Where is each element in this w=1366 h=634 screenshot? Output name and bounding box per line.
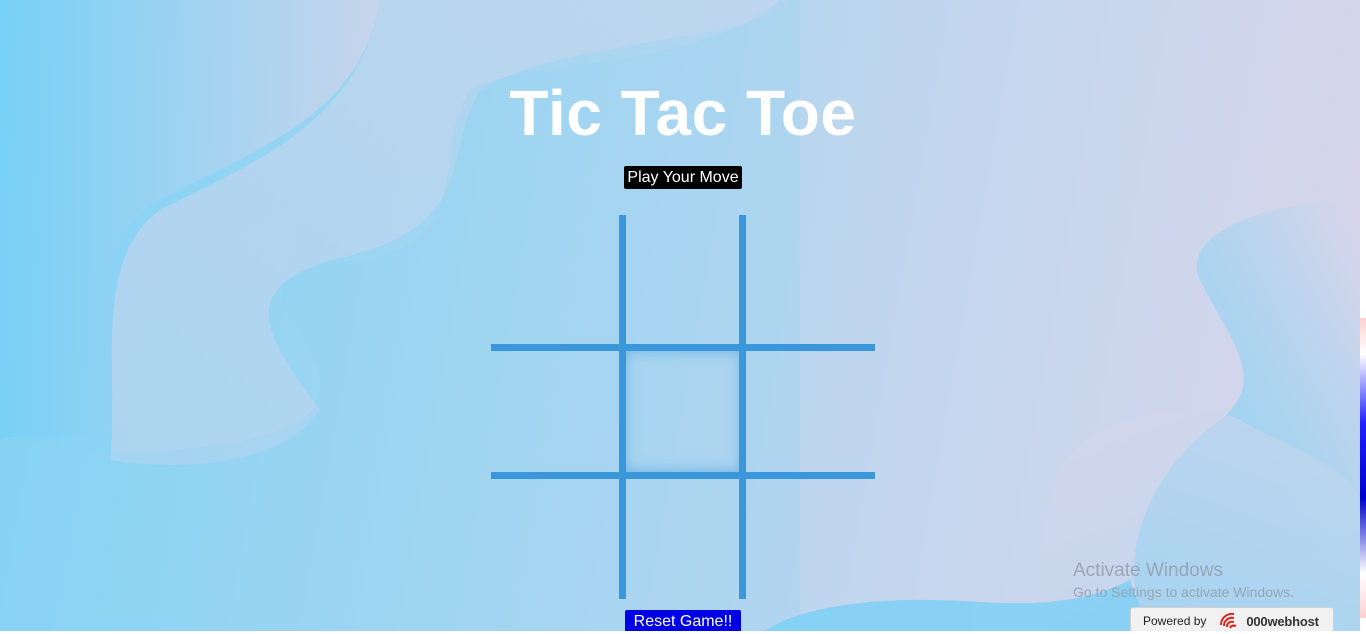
activate-windows-watermark: Activate Windows Go to Settings to activ… [1073,560,1294,602]
board-cell-6[interactable] [747,351,867,471]
watermark-title: Activate Windows [1073,560,1223,581]
board-cell-5[interactable] [623,351,743,471]
grid-line-horizontal-top [491,344,875,351]
grid-line-horizontal-bottom [491,472,875,479]
board-cell-3[interactable] [747,215,867,335]
powered-by-badge[interactable]: Powered by 000webhost [1130,607,1334,634]
grid-line-vertical-left [619,215,626,599]
page-title: Tic Tac Toe [509,76,857,149]
board-cell-8[interactable] [623,479,743,599]
board-cell-7[interactable] [491,479,611,599]
board-cell-4[interactable] [491,351,611,471]
board-cell-1[interactable] [491,215,611,335]
watermark-subtitle: Go to Settings to activate Windows. [1073,584,1294,600]
brand-name: 000webhost [1246,613,1319,629]
powered-by-label: Powered by [1143,614,1207,628]
status-label: Play Your Move [624,166,742,189]
game-board [491,215,875,599]
scrollbar-thumb[interactable] [1360,318,1366,618]
board-cell-9[interactable] [747,479,867,599]
board-cell-2[interactable] [623,215,743,335]
grid-line-vertical-right [739,215,746,599]
000webhost-logo-icon [1218,611,1240,631]
